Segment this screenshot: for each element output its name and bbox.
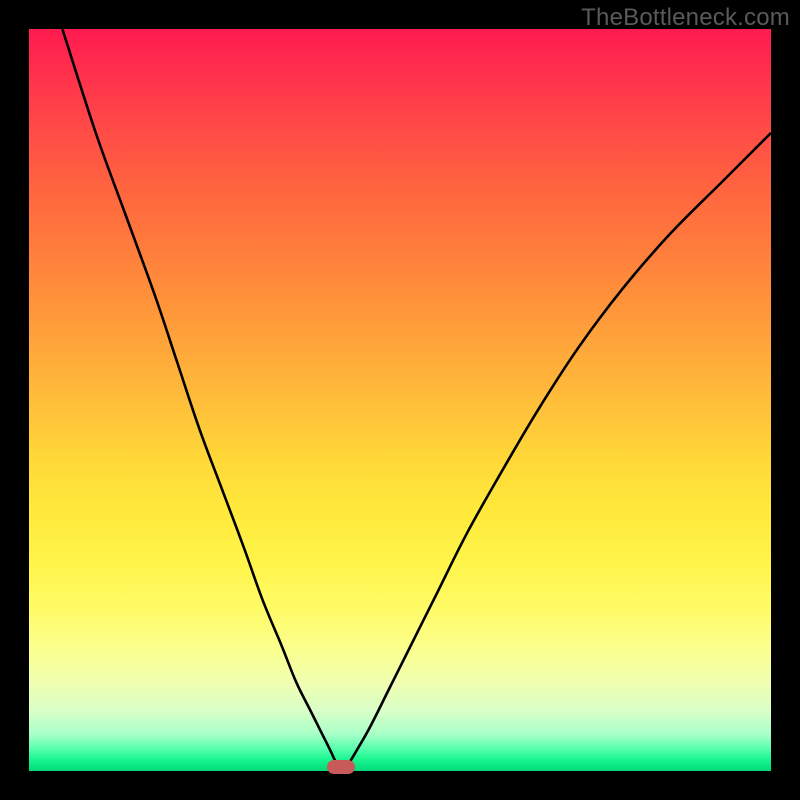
bottleneck-curve (29, 29, 771, 771)
optimal-marker (327, 760, 355, 774)
plot-area (29, 29, 771, 771)
watermark-text: TheBottleneck.com (581, 4, 790, 32)
